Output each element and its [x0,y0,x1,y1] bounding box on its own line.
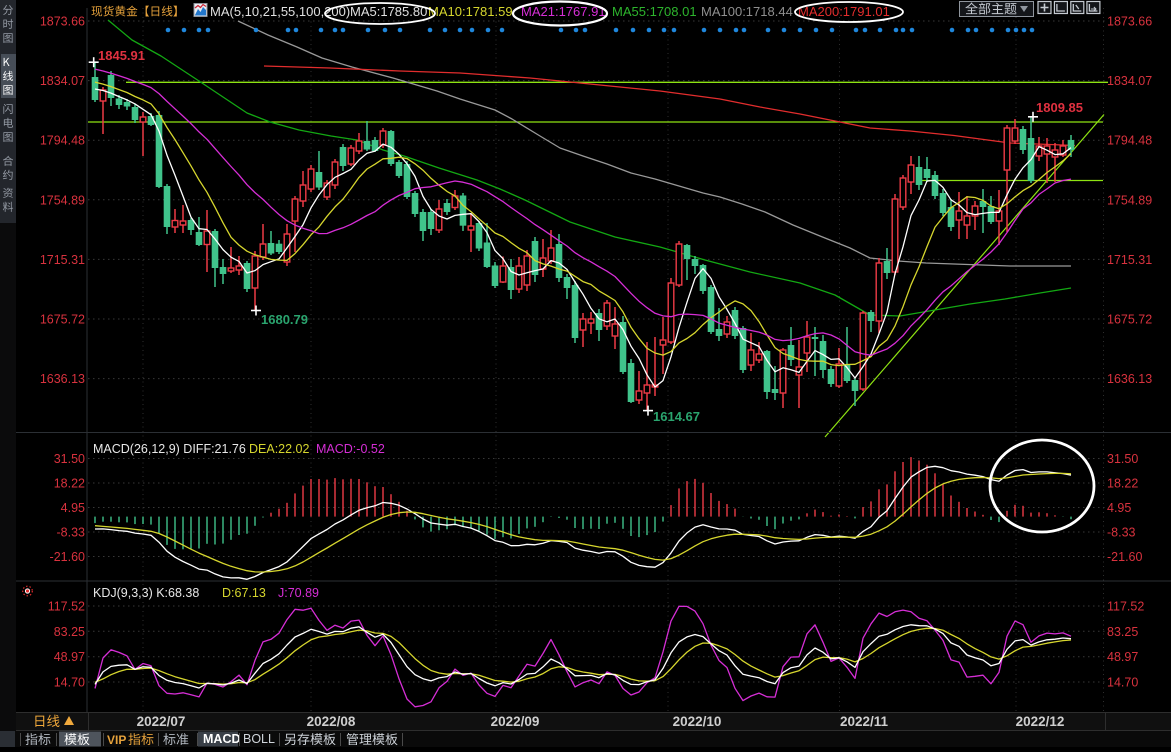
svg-text:1715.31: 1715.31 [1107,253,1152,267]
svg-text:18.22: 18.22 [54,477,85,491]
svg-text:1675.72: 1675.72 [40,313,85,327]
svg-text:MA100:1718.44: MA100:1718.44 [701,4,793,19]
svg-text:2022/11: 2022/11 [840,714,889,729]
svg-text:MA10:1781.59: MA10:1781.59 [428,4,513,19]
svg-text:1715.31: 1715.31 [40,253,85,267]
svg-text:14.70: 14.70 [1107,676,1138,690]
svg-text:2022/12: 2022/12 [1016,714,1065,729]
svg-text:MA200:1791.01: MA200:1791.01 [798,4,890,19]
svg-text:VIP: VIP [107,733,126,747]
svg-text:31.50: 31.50 [54,452,85,466]
svg-text:1680.79: 1680.79 [261,312,308,327]
svg-text:MACD: MACD [203,732,241,746]
svg-text:MA55:1708.01: MA55:1708.01 [612,4,697,19]
svg-text:J:70.89: J:70.89 [278,586,319,600]
svg-text:83.25: 83.25 [1107,625,1138,639]
svg-text:MACD:-0.52: MACD:-0.52 [316,442,385,456]
svg-text:-21.60: -21.60 [1107,550,1142,564]
svg-text:1754.89: 1754.89 [1107,193,1152,207]
svg-text:DEA:22.02: DEA:22.02 [249,442,310,456]
svg-text:2022/08: 2022/08 [307,714,356,729]
svg-text:1754.89: 1754.89 [40,193,85,207]
svg-text:MA21:1767.91: MA21:1767.91 [521,4,606,19]
svg-text:1809.85: 1809.85 [1036,100,1083,115]
svg-text:1845.91: 1845.91 [98,48,145,63]
svg-text:117.52: 117.52 [48,600,85,614]
svg-text:1873.66: 1873.66 [1107,15,1152,29]
svg-text:4.95: 4.95 [61,501,85,515]
svg-text:1794.48: 1794.48 [40,134,85,148]
svg-text:117.52: 117.52 [1107,600,1144,614]
svg-text:4.95: 4.95 [1107,501,1131,515]
svg-text:31.50: 31.50 [1107,452,1138,466]
svg-text:BOLL: BOLL [243,732,275,746]
svg-text:1636.13: 1636.13 [40,372,85,386]
svg-text:18.22: 18.22 [1107,477,1138,491]
svg-text:1675.72: 1675.72 [1107,313,1152,327]
svg-text:83.25: 83.25 [54,625,85,639]
svg-text:2022/09: 2022/09 [491,714,540,729]
svg-text:48.97: 48.97 [54,650,85,664]
svg-text:48.97: 48.97 [1107,650,1138,664]
svg-text:1834.07: 1834.07 [1107,74,1152,88]
svg-text:2022/10: 2022/10 [673,714,722,729]
svg-text:KDJ(9,3,3) K:68.38: KDJ(9,3,3) K:68.38 [93,586,199,600]
svg-text:-8.33: -8.33 [57,526,86,540]
svg-text:1794.48: 1794.48 [1107,134,1152,148]
svg-text:1834.07: 1834.07 [40,74,85,88]
svg-text:-21.60: -21.60 [50,550,85,564]
svg-text:1636.13: 1636.13 [1107,372,1152,386]
svg-text:1614.67: 1614.67 [653,409,700,424]
svg-text:D:67.13: D:67.13 [222,586,266,600]
svg-text:2022/07: 2022/07 [137,714,186,729]
svg-text:MACD(26,12,9) DIFF:21.76: MACD(26,12,9) DIFF:21.76 [93,442,246,456]
svg-text:-8.33: -8.33 [1107,526,1136,540]
svg-text:1873.66: 1873.66 [40,15,85,29]
svg-text:14.70: 14.70 [54,676,85,690]
